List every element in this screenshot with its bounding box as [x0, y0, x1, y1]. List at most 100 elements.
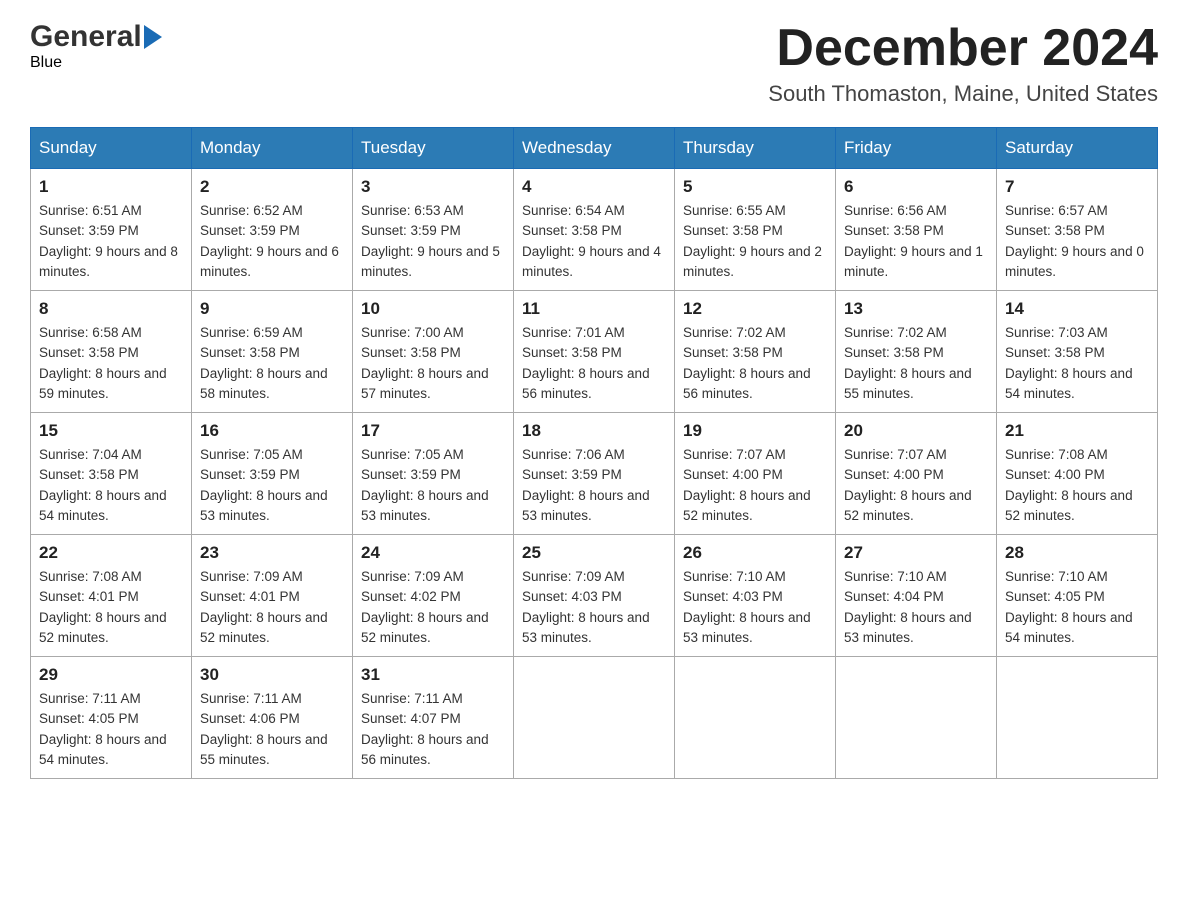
- day-info: Sunrise: 7:10 AMSunset: 4:05 PMDaylight:…: [1005, 567, 1149, 648]
- day-info: Sunrise: 7:11 AMSunset: 4:07 PMDaylight:…: [361, 689, 505, 770]
- day-info: Sunrise: 7:00 AMSunset: 3:58 PMDaylight:…: [361, 323, 505, 404]
- day-info: Sunrise: 7:07 AMSunset: 4:00 PMDaylight:…: [844, 445, 988, 526]
- calendar-table: SundayMondayTuesdayWednesdayThursdayFrid…: [30, 127, 1158, 779]
- calendar-cell: 12Sunrise: 7:02 AMSunset: 3:58 PMDayligh…: [675, 291, 836, 413]
- day-number: 17: [361, 421, 505, 441]
- day-of-week-header: Sunday: [31, 128, 192, 169]
- calendar-cell: 19 Sunrise: 7:07 AMSunset: 4:00 PMDayligh…: [675, 413, 836, 535]
- calendar-week-row: 22 Sunrise: 7:08 AMSunset: 4:01 PMDayligh…: [31, 535, 1158, 657]
- day-info: Sunrise: 6:58 AMSunset: 3:58 PMDaylight:…: [39, 323, 183, 404]
- day-number: 23: [200, 543, 344, 563]
- day-number: 3: [361, 177, 505, 197]
- day-info: Sunrise: 7:11 AMSunset: 4:06 PMDaylight:…: [200, 689, 344, 770]
- day-info: Sunrise: 6:56 AMSunset: 3:58 PMDaylight:…: [844, 201, 988, 282]
- day-number: 11: [522, 299, 666, 319]
- calendar-cell: 18 Sunrise: 7:06 AMSunset: 3:59 PMDayligh…: [514, 413, 675, 535]
- day-info: Sunrise: 7:09 AMSunset: 4:03 PMDaylight:…: [522, 567, 666, 648]
- day-number: 7: [1005, 177, 1149, 197]
- day-info: Sunrise: 7:10 AMSunset: 4:03 PMDaylight:…: [683, 567, 827, 648]
- calendar-cell: 3 Sunrise: 6:53 AMSunset: 3:59 PMDaylight…: [353, 169, 514, 291]
- logo-arrow-icon: [144, 25, 162, 49]
- calendar-week-row: 15Sunrise: 7:04 AMSunset: 3:58 PMDayligh…: [31, 413, 1158, 535]
- calendar-cell: 28 Sunrise: 7:10 AMSunset: 4:05 PMDayligh…: [997, 535, 1158, 657]
- day-info: Sunrise: 7:06 AMSunset: 3:59 PMDaylight:…: [522, 445, 666, 526]
- day-number: 22: [39, 543, 183, 563]
- calendar-cell: 27 Sunrise: 7:10 AMSunset: 4:04 PMDayligh…: [836, 535, 997, 657]
- day-info: Sunrise: 7:03 AMSunset: 3:58 PMDaylight:…: [1005, 323, 1149, 404]
- day-info: Sunrise: 7:08 AMSunset: 4:00 PMDaylight:…: [1005, 445, 1149, 526]
- day-number: 30: [200, 665, 344, 685]
- day-info: Sunrise: 6:57 AMSunset: 3:58 PMDaylight:…: [1005, 201, 1149, 282]
- day-number: 25: [522, 543, 666, 563]
- day-of-week-header: Tuesday: [353, 128, 514, 169]
- day-number: 8: [39, 299, 183, 319]
- day-info: Sunrise: 7:10 AMSunset: 4:04 PMDaylight:…: [844, 567, 988, 648]
- day-info: Sunrise: 7:01 AMSunset: 3:58 PMDaylight:…: [522, 323, 666, 404]
- day-info: Sunrise: 6:54 AMSunset: 3:58 PMDaylight:…: [522, 201, 666, 282]
- calendar-cell: 7 Sunrise: 6:57 AMSunset: 3:58 PMDaylight…: [997, 169, 1158, 291]
- calendar-week-row: 8 Sunrise: 6:58 AMSunset: 3:58 PMDaylight…: [31, 291, 1158, 413]
- calendar-cell: 30 Sunrise: 7:11 AMSunset: 4:06 PMDayligh…: [192, 657, 353, 779]
- day-number: 13: [844, 299, 988, 319]
- calendar-cell: 6Sunrise: 6:56 AMSunset: 3:58 PMDaylight…: [836, 169, 997, 291]
- calendar-cell: 2Sunrise: 6:52 AMSunset: 3:59 PMDaylight…: [192, 169, 353, 291]
- calendar-cell: [997, 657, 1158, 779]
- day-number: 14: [1005, 299, 1149, 319]
- calendar-cell: 9 Sunrise: 6:59 AMSunset: 3:58 PMDaylight…: [192, 291, 353, 413]
- day-number: 4: [522, 177, 666, 197]
- day-number: 18: [522, 421, 666, 441]
- logo: General Blue: [30, 20, 162, 72]
- logo-general-text: General: [30, 20, 142, 54]
- calendar-cell: 14 Sunrise: 7:03 AMSunset: 3:58 PMDayligh…: [997, 291, 1158, 413]
- calendar-cell: [675, 657, 836, 779]
- location-subtitle: South Thomaston, Maine, United States: [768, 81, 1158, 107]
- day-number: 27: [844, 543, 988, 563]
- day-number: 29: [39, 665, 183, 685]
- day-info: Sunrise: 7:05 AMSunset: 3:59 PMDaylight:…: [361, 445, 505, 526]
- day-info: Sunrise: 7:08 AMSunset: 4:01 PMDaylight:…: [39, 567, 183, 648]
- day-of-week-header: Thursday: [675, 128, 836, 169]
- logo-blue-text: Blue: [30, 54, 62, 71]
- day-number: 28: [1005, 543, 1149, 563]
- calendar-cell: 1Sunrise: 6:51 AMSunset: 3:59 PMDaylight…: [31, 169, 192, 291]
- calendar-cell: 5Sunrise: 6:55 AMSunset: 3:58 PMDaylight…: [675, 169, 836, 291]
- day-number: 16: [200, 421, 344, 441]
- calendar-cell: 23Sunrise: 7:09 AMSunset: 4:01 PMDayligh…: [192, 535, 353, 657]
- day-info: Sunrise: 7:02 AMSunset: 3:58 PMDaylight:…: [844, 323, 988, 404]
- calendar-cell: 25 Sunrise: 7:09 AMSunset: 4:03 PMDayligh…: [514, 535, 675, 657]
- title-section: December 2024 South Thomaston, Maine, Un…: [768, 20, 1158, 107]
- day-number: 2: [200, 177, 344, 197]
- day-info: Sunrise: 6:53 AMSunset: 3:59 PMDaylight:…: [361, 201, 505, 282]
- day-number: 1: [39, 177, 183, 197]
- calendar-cell: 20 Sunrise: 7:07 AMSunset: 4:00 PMDayligh…: [836, 413, 997, 535]
- day-info: Sunrise: 7:05 AMSunset: 3:59 PMDaylight:…: [200, 445, 344, 526]
- calendar-week-row: 1Sunrise: 6:51 AMSunset: 3:59 PMDaylight…: [31, 169, 1158, 291]
- day-info: Sunrise: 7:04 AMSunset: 3:58 PMDaylight:…: [39, 445, 183, 526]
- day-number: 9: [200, 299, 344, 319]
- day-info: Sunrise: 6:59 AMSunset: 3:58 PMDaylight:…: [200, 323, 344, 404]
- day-info: Sunrise: 7:11 AMSunset: 4:05 PMDaylight:…: [39, 689, 183, 770]
- calendar-cell: 22 Sunrise: 7:08 AMSunset: 4:01 PMDayligh…: [31, 535, 192, 657]
- day-number: 31: [361, 665, 505, 685]
- day-number: 5: [683, 177, 827, 197]
- calendar-cell: 4 Sunrise: 6:54 AMSunset: 3:58 PMDaylight…: [514, 169, 675, 291]
- day-of-week-header: Monday: [192, 128, 353, 169]
- day-number: 20: [844, 421, 988, 441]
- calendar-cell: 15Sunrise: 7:04 AMSunset: 3:58 PMDayligh…: [31, 413, 192, 535]
- month-title: December 2024: [768, 20, 1158, 77]
- calendar-week-row: 29 Sunrise: 7:11 AMSunset: 4:05 PMDayligh…: [31, 657, 1158, 779]
- calendar-cell: 13 Sunrise: 7:02 AMSunset: 3:58 PMDayligh…: [836, 291, 997, 413]
- day-of-week-header: Friday: [836, 128, 997, 169]
- calendar-cell: 10Sunrise: 7:00 AMSunset: 3:58 PMDayligh…: [353, 291, 514, 413]
- day-info: Sunrise: 7:02 AMSunset: 3:58 PMDaylight:…: [683, 323, 827, 404]
- calendar-cell: 31 Sunrise: 7:11 AMSunset: 4:07 PMDayligh…: [353, 657, 514, 779]
- day-info: Sunrise: 7:07 AMSunset: 4:00 PMDaylight:…: [683, 445, 827, 526]
- day-number: 24: [361, 543, 505, 563]
- day-number: 21: [1005, 421, 1149, 441]
- calendar-cell: 17 Sunrise: 7:05 AMSunset: 3:59 PMDayligh…: [353, 413, 514, 535]
- calendar-cell: [514, 657, 675, 779]
- day-of-week-header: Saturday: [997, 128, 1158, 169]
- day-number: 19: [683, 421, 827, 441]
- calendar-cell: 11 Sunrise: 7:01 AMSunset: 3:58 PMDayligh…: [514, 291, 675, 413]
- calendar-cell: 24Sunrise: 7:09 AMSunset: 4:02 PMDayligh…: [353, 535, 514, 657]
